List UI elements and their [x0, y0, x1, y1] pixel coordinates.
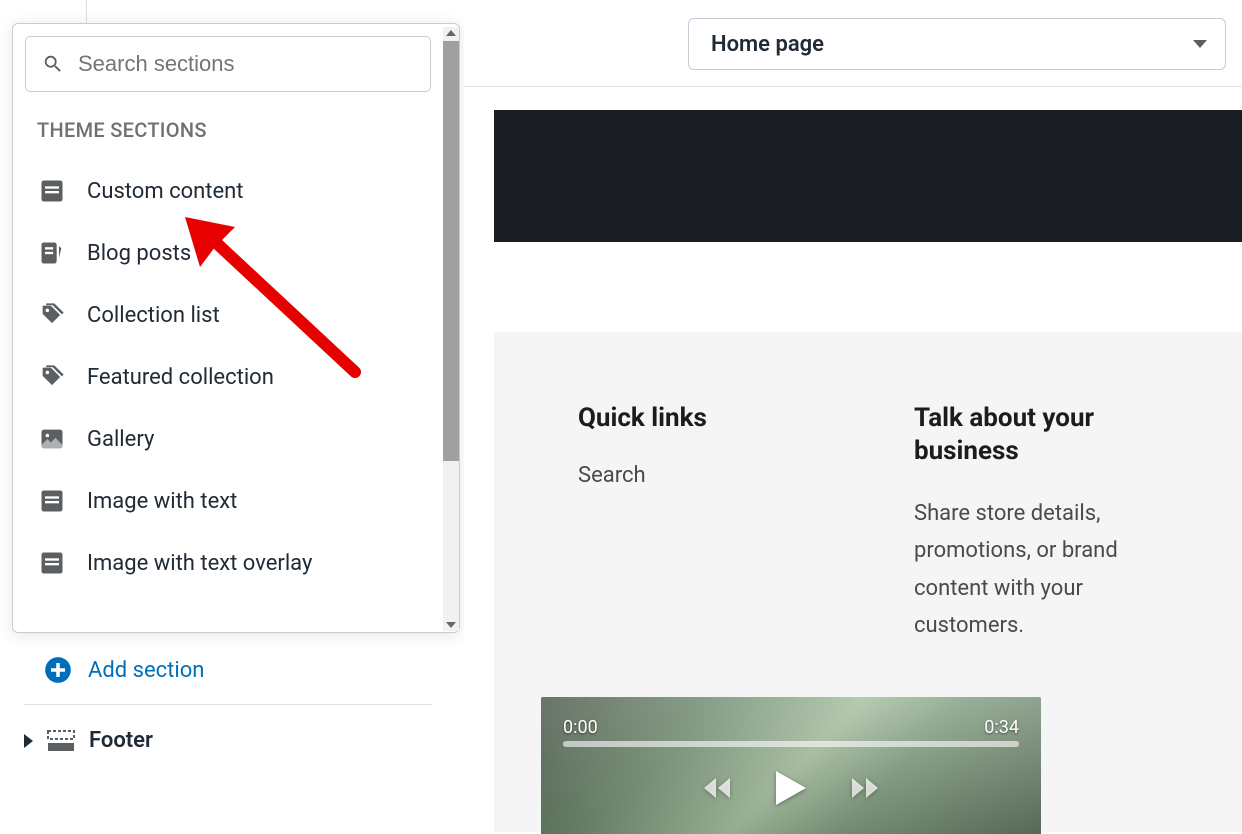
footer-label: Footer — [89, 728, 153, 753]
text-block-icon — [37, 548, 67, 578]
section-gallery[interactable]: Gallery — [13, 408, 459, 470]
play-icon[interactable] — [774, 769, 808, 807]
section-label: Collection list — [87, 303, 220, 328]
footer-icon — [47, 730, 75, 752]
section-label: Gallery — [87, 427, 154, 452]
search-icon — [42, 53, 64, 75]
preview-area: Home page Quick links Search Talk about … — [464, 0, 1242, 834]
dropdown-scrollbar[interactable] — [443, 27, 459, 631]
page-selector-label: Home page — [711, 32, 824, 57]
plus-circle-icon — [44, 656, 72, 684]
video-current-time: 0:00 — [563, 717, 598, 738]
tag-icon — [37, 362, 67, 392]
quick-links-title: Quick links — [578, 402, 818, 435]
section-label: Image with text overlay — [87, 551, 312, 576]
footer-section-row[interactable]: Footer — [24, 728, 153, 753]
blog-icon — [37, 238, 67, 268]
quick-link-search[interactable]: Search — [578, 463, 818, 488]
text-block-icon — [37, 176, 67, 206]
talk-desc: Share store details, promotions, or bran… — [914, 495, 1174, 645]
search-sections-box[interactable] — [25, 36, 431, 92]
theme-header-bar — [494, 110, 1242, 242]
section-label: Custom content — [87, 179, 244, 204]
sections-dropdown: THEME SECTIONS Custom content Blog posts… — [12, 23, 460, 633]
fast-forward-icon[interactable] — [850, 775, 880, 801]
text-block-icon — [37, 486, 67, 516]
search-input[interactable] — [78, 51, 414, 77]
video-player[interactable]: 0:00 0:34 — [541, 697, 1041, 834]
section-featured-collection[interactable]: Featured collection — [13, 346, 459, 408]
image-icon — [37, 424, 67, 454]
section-label: Image with text — [87, 489, 237, 514]
add-section-button[interactable]: Add section — [44, 656, 204, 684]
add-section-label: Add section — [88, 658, 204, 683]
rewind-icon[interactable] — [702, 775, 732, 801]
page-selector[interactable]: Home page — [688, 18, 1226, 70]
divider — [24, 704, 432, 705]
talk-title: Talk about your business — [914, 402, 1174, 467]
video-duration: 0:34 — [984, 717, 1019, 738]
section-label: Blog posts — [87, 241, 191, 266]
caret-down-icon — [1193, 40, 1207, 48]
tag-icon — [37, 300, 67, 330]
theme-sections-label: THEME SECTIONS — [13, 104, 459, 160]
caret-right-icon — [24, 734, 33, 748]
section-image-with-text[interactable]: Image with text — [13, 470, 459, 532]
section-collection-list[interactable]: Collection list — [13, 284, 459, 346]
section-label: Featured collection — [87, 365, 274, 390]
video-progress-bar[interactable] — [563, 741, 1019, 747]
section-image-with-text-overlay[interactable]: Image with text overlay — [13, 532, 459, 594]
section-blog-posts[interactable]: Blog posts — [13, 222, 459, 284]
section-custom-content[interactable]: Custom content — [13, 160, 459, 222]
